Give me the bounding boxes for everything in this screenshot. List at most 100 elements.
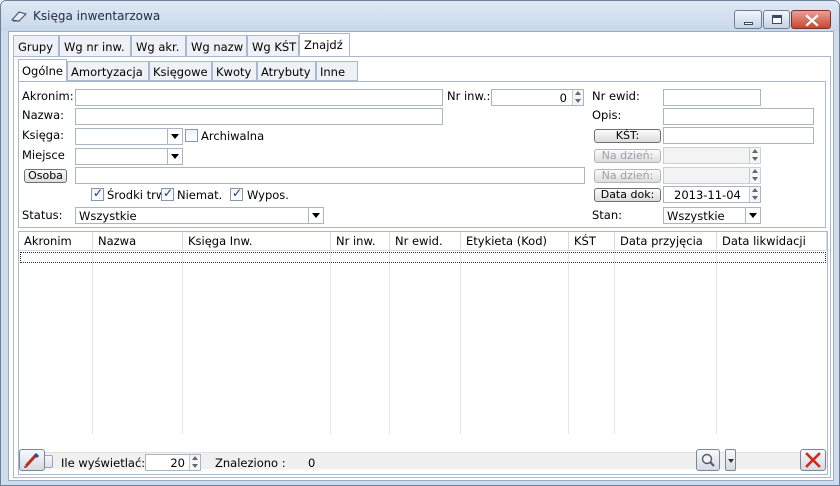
data-dok-input[interactable]: 2013-11-04 bbox=[663, 186, 761, 203]
ile-wyswietlac-spinner[interactable] bbox=[189, 455, 200, 470]
column-divider bbox=[389, 251, 390, 434]
tab-atrybuty[interactable]: Atrybuty bbox=[257, 61, 316, 81]
results-grid[interactable]: Akronim Nazwa Księga Inw. Nr inw. Nr ewi… bbox=[18, 231, 828, 475]
data-dok-value: 2013-11-04 bbox=[674, 188, 741, 202]
footer-bar: Ile wyświetlać: 20 Znaleziono : 0 bbox=[9, 446, 833, 480]
znaleziono-label: Znaleziono : bbox=[215, 456, 286, 470]
znajdz-panel: Ogólne Amortyzacja Księgowe Kwoty Atrybu… bbox=[13, 56, 831, 478]
column-header-data-przyjecia[interactable]: Data przyjęcia bbox=[615, 232, 717, 251]
miejsce-label: Miejsce bbox=[22, 148, 65, 162]
window: Księga inwentarzowa Grupy Wg nr inw. Wg … bbox=[0, 0, 840, 486]
column-header-kst[interactable]: KŚT bbox=[569, 232, 615, 251]
minimize-button[interactable] bbox=[734, 10, 762, 29]
niemat-checkbox[interactable] bbox=[161, 186, 174, 201]
tab-wg-kst[interactable]: Wg KŚT bbox=[247, 35, 299, 57]
eraser-icon bbox=[24, 452, 40, 468]
wypos-label: Wypos. bbox=[247, 188, 289, 202]
stan-value: Wszystkie bbox=[667, 209, 725, 223]
maximize-button[interactable] bbox=[763, 10, 790, 29]
close-icon bbox=[805, 452, 821, 468]
tab-znajdz[interactable]: Znajdź bbox=[299, 33, 350, 56]
chevron-down-icon[interactable] bbox=[167, 149, 182, 164]
column-divider bbox=[92, 251, 93, 434]
na-dzien-button-1[interactable]: Na dzień: bbox=[594, 149, 661, 163]
ile-wyswietlac-label: Ile wyświetlać: bbox=[61, 456, 146, 470]
na-dzien-input-1[interactable] bbox=[663, 147, 761, 164]
clear-filter-button[interactable] bbox=[19, 449, 45, 471]
miejsce-combo[interactable] bbox=[75, 148, 183, 165]
column-header-nr-ewid[interactable]: Nr ewid. bbox=[390, 232, 461, 251]
book-icon bbox=[11, 11, 27, 22]
column-header-ksiega-inw[interactable]: Księga Inw. bbox=[183, 232, 331, 251]
search-button[interactable] bbox=[696, 449, 720, 471]
search-icon bbox=[701, 453, 715, 467]
srodki-label: Środki trw bbox=[107, 188, 166, 202]
osoba-button[interactable]: Osoba bbox=[24, 169, 67, 183]
tab-amortyzacja[interactable]: Amortyzacja bbox=[67, 61, 149, 81]
archiwalna-label: Archiwalna bbox=[201, 129, 265, 143]
znaleziono-value: 0 bbox=[308, 456, 316, 470]
na-dzien-spinner-2[interactable] bbox=[749, 168, 760, 183]
tab-ogolne[interactable]: Ogólne bbox=[18, 59, 67, 82]
kst-button[interactable]: KŚT: bbox=[594, 129, 661, 143]
nr-inw-input[interactable]: 0 bbox=[491, 89, 584, 106]
nr-inw-value: 0 bbox=[559, 91, 567, 105]
column-header-data-likwidacji[interactable]: Data likwidacji bbox=[717, 232, 827, 251]
nr-inw-spinner[interactable] bbox=[572, 90, 583, 105]
chevron-down-icon[interactable] bbox=[308, 208, 323, 223]
column-divider bbox=[460, 251, 461, 434]
chevron-down-icon[interactable] bbox=[745, 208, 760, 223]
ksiega-label: Księga: bbox=[22, 128, 65, 142]
maximize-icon bbox=[772, 15, 782, 24]
archiwalna-checkbox[interactable] bbox=[185, 129, 198, 142]
column-header-etykieta[interactable]: Etykieta (Kod) bbox=[461, 232, 569, 251]
stan-combo[interactable]: Wszystkie bbox=[663, 207, 761, 224]
close-button[interactable] bbox=[800, 449, 826, 471]
status-label: Status: bbox=[22, 208, 63, 222]
stan-label: Stan: bbox=[592, 208, 623, 222]
minimize-icon bbox=[744, 22, 753, 25]
ile-wyswietlac-value: 20 bbox=[170, 456, 185, 470]
column-header-nr-inw[interactable]: Nr inw. bbox=[331, 232, 390, 251]
na-dzien-input-2[interactable] bbox=[663, 167, 761, 184]
table-row[interactable] bbox=[20, 252, 826, 263]
data-dok-button[interactable]: Data dok: bbox=[594, 188, 661, 202]
column-header-nazwa[interactable]: Nazwa bbox=[93, 232, 183, 251]
ile-wyswietlac-input[interactable]: 20 bbox=[145, 454, 201, 471]
chevron-down-icon bbox=[728, 459, 734, 463]
nr-inw-label: Nr inw.: bbox=[447, 89, 491, 103]
osoba-input[interactable] bbox=[75, 167, 585, 184]
tab-wg-akr[interactable]: Wg akr. bbox=[131, 35, 186, 57]
window-title: Księga inwentarzowa bbox=[33, 9, 161, 23]
nr-ewid-input[interactable] bbox=[663, 89, 761, 106]
niemat-label: Niemat. bbox=[177, 188, 223, 202]
close-icon bbox=[805, 14, 819, 27]
close-window-button[interactable] bbox=[791, 10, 831, 29]
na-dzien-button-2[interactable]: Na dzień: bbox=[594, 169, 661, 183]
column-divider bbox=[716, 251, 717, 434]
data-dok-spinner[interactable] bbox=[749, 187, 760, 202]
tab-wg-nazw[interactable]: Wg nazw bbox=[186, 35, 247, 57]
nazwa-input[interactable] bbox=[75, 108, 443, 125]
tab-inne[interactable]: Inne bbox=[316, 61, 358, 81]
srodki-checkbox[interactable] bbox=[91, 186, 104, 201]
na-dzien-spinner-1[interactable] bbox=[749, 148, 760, 163]
akronim-input[interactable] bbox=[75, 89, 443, 106]
ksiega-combo[interactable] bbox=[75, 128, 183, 145]
column-divider bbox=[182, 251, 183, 434]
search-options-button[interactable] bbox=[725, 449, 736, 471]
column-header-akronim[interactable]: Akronim bbox=[19, 232, 93, 251]
tab-kwoty[interactable]: Kwoty bbox=[212, 61, 257, 81]
opis-input[interactable] bbox=[663, 108, 814, 125]
wypos-checkbox[interactable] bbox=[230, 186, 243, 201]
tab-wg-nr-inw[interactable]: Wg nr inw. bbox=[59, 35, 131, 57]
chevron-down-icon[interactable] bbox=[167, 129, 182, 144]
status-value: Wszystkie bbox=[79, 209, 137, 223]
client-area: Grupy Wg nr inw. Wg akr. Wg nazw Wg KŚT … bbox=[8, 31, 834, 481]
opis-label: Opis: bbox=[592, 108, 622, 122]
tab-ksiegowe[interactable]: Księgowe bbox=[149, 61, 212, 81]
kst-input[interactable] bbox=[663, 127, 814, 144]
nazwa-label: Nazwa: bbox=[22, 108, 65, 122]
tab-grupy[interactable]: Grupy bbox=[13, 35, 59, 57]
status-combo[interactable]: Wszystkie bbox=[75, 207, 324, 224]
